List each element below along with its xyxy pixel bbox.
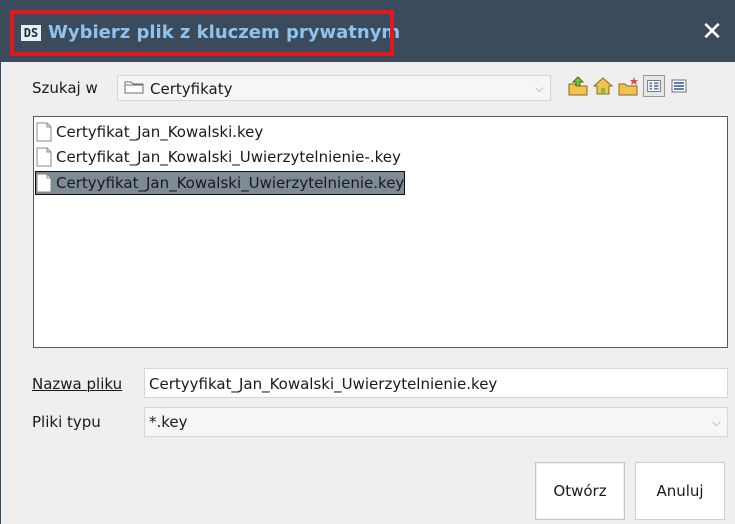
- file-name: Certyfikat_Jan_Kowalski_Uwierzytelnienie…: [56, 148, 401, 166]
- file-chooser-dialog: Szukaj w Certyfikaty ⌵ Certyfikat_Jan_Ko…: [0, 62, 735, 524]
- file-list[interactable]: Certyfikat_Jan_Kowalski.key Certyfikat_J…: [33, 116, 728, 348]
- list-item-selected[interactable]: Certyyfikat_Jan_Kowalski_Uwierzytelnieni…: [34, 171, 406, 195]
- file-name: Certyyfikat_Jan_Kowalski_Uwierzytelnieni…: [56, 174, 405, 192]
- up-folder-icon[interactable]: [567, 75, 589, 97]
- home-icon[interactable]: [592, 75, 614, 97]
- chevron-down-icon: ⌵: [534, 81, 544, 95]
- details-view-icon[interactable]: [668, 75, 690, 97]
- list-item[interactable]: Certyfikat_Jan_Kowalski.key: [36, 121, 263, 143]
- filename-value: Certyyfikat_Jan_Kowalski_Uwierzytelnieni…: [149, 375, 498, 393]
- look-in-value: Certyfikaty: [150, 80, 233, 98]
- chevron-down-icon: ⌵: [711, 415, 721, 429]
- new-folder-icon[interactable]: [617, 75, 639, 97]
- title-highlight-box: [10, 10, 394, 56]
- list-view-icon[interactable]: [643, 75, 665, 97]
- file-icon: [36, 147, 52, 167]
- close-button[interactable]: ✕: [699, 18, 725, 46]
- file-name: Certyfikat_Jan_Kowalski.key: [56, 123, 264, 141]
- title-bar: DS Wybierz plik z kluczem prywatnym ✕: [0, 0, 735, 62]
- look-in-combo[interactable]: Certyfikaty ⌵: [117, 75, 551, 101]
- file-icon: [36, 122, 52, 142]
- filename-label: Nazwa pliku: [32, 375, 123, 393]
- cancel-button[interactable]: Anuluj: [635, 462, 725, 520]
- open-button[interactable]: Otwórz: [535, 462, 625, 520]
- file-icon: [36, 173, 52, 193]
- filetype-combo[interactable]: *.key ⌵: [144, 407, 728, 437]
- filetype-value: *.key: [149, 413, 188, 431]
- look-in-label: Szukaj w: [32, 79, 98, 97]
- folder-icon: [124, 81, 144, 94]
- filename-input[interactable]: Certyyfikat_Jan_Kowalski_Uwierzytelnieni…: [144, 368, 728, 398]
- filetype-label: Pliki typu: [32, 413, 101, 431]
- list-item[interactable]: Certyfikat_Jan_Kowalski_Uwierzytelnienie…: [36, 146, 401, 168]
